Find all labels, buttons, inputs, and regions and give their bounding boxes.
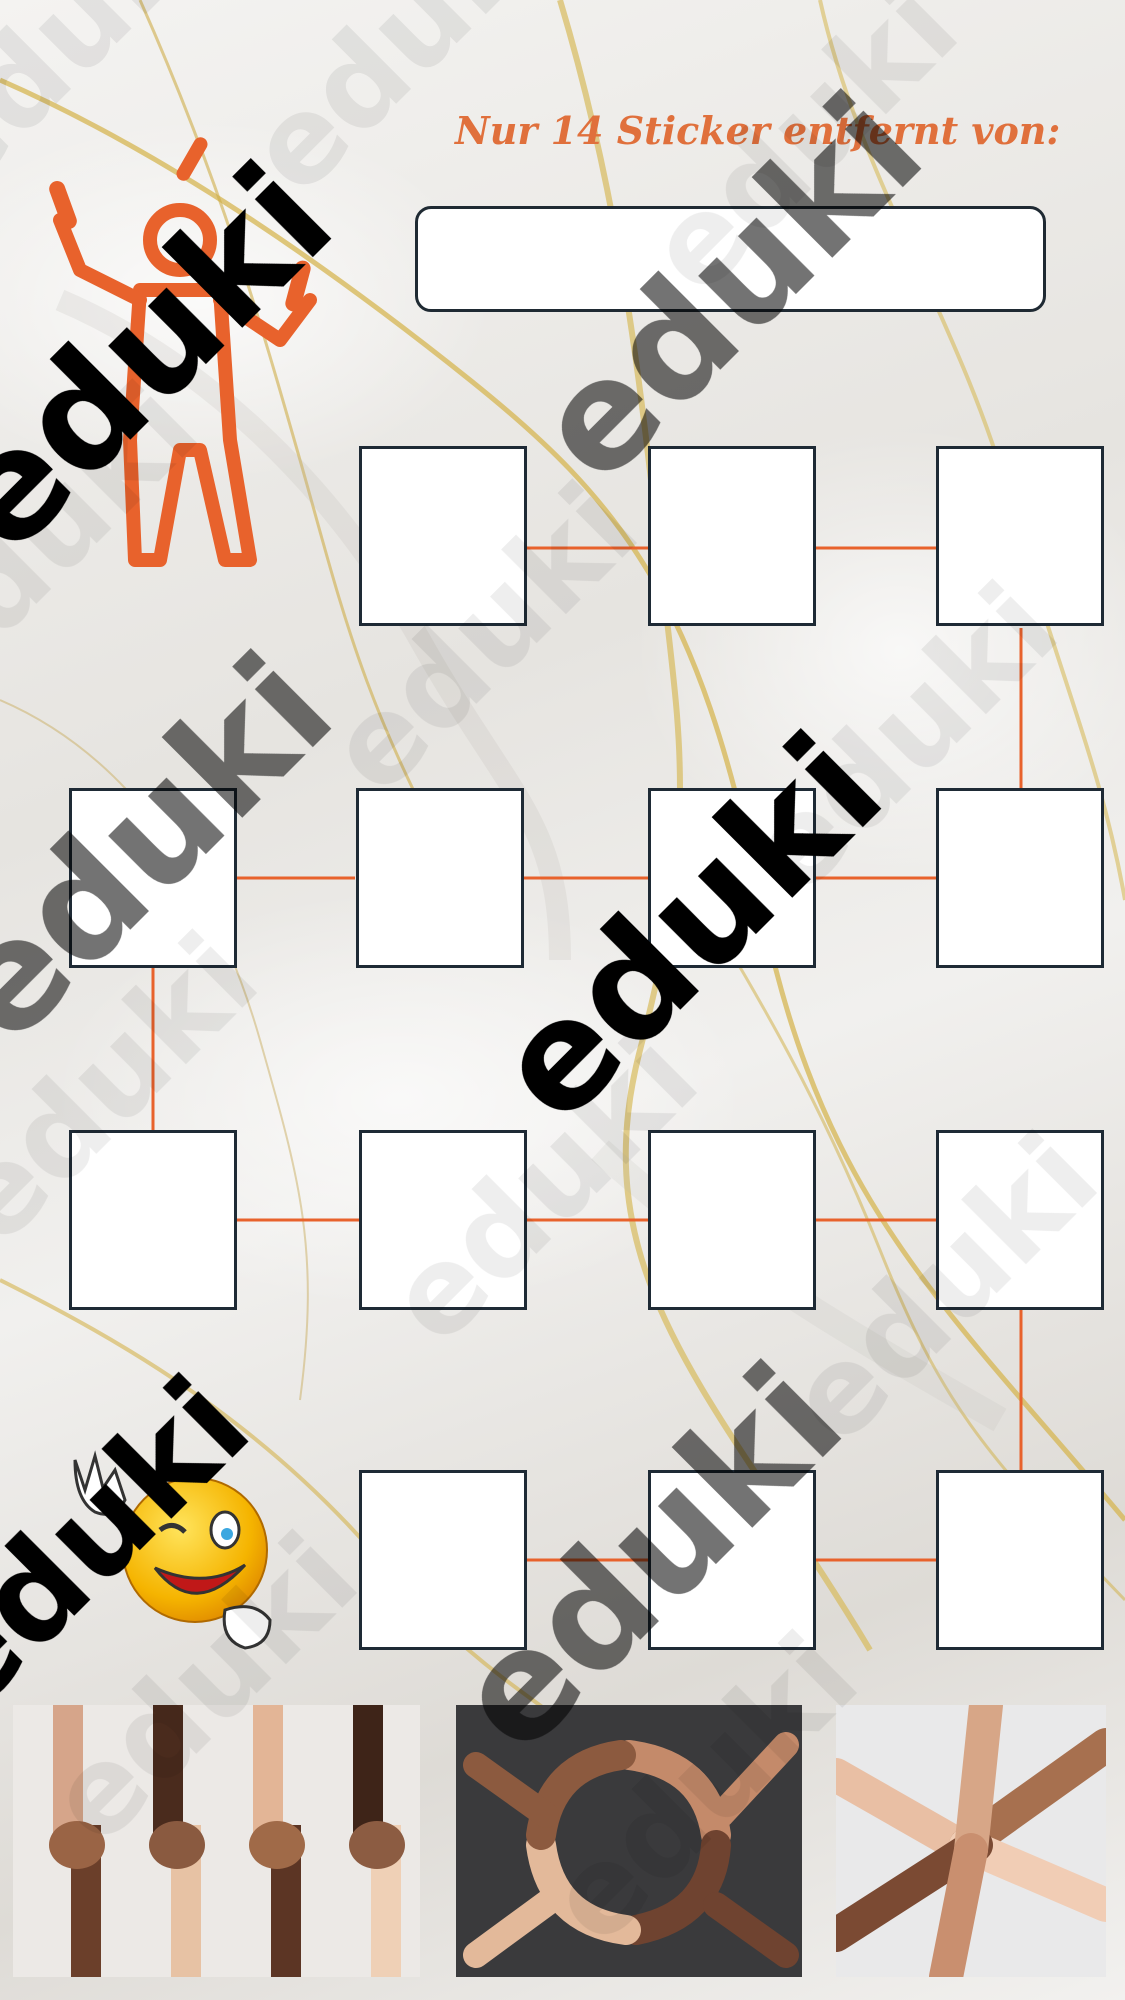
- path-connectors: [151, 546, 1023, 1562]
- sticker-slot-8[interactable]: [69, 1130, 237, 1310]
- handshakes-photo: [13, 1705, 420, 1977]
- sticker-slot-1[interactable]: [359, 446, 527, 626]
- sticker-slot-12[interactable]: [359, 1470, 527, 1650]
- sticker-slot-9[interactable]: [359, 1130, 527, 1310]
- sticker-slot-6[interactable]: [648, 788, 816, 968]
- sticker-slot-2[interactable]: [648, 446, 816, 626]
- sticker-slot-3[interactable]: [936, 446, 1104, 626]
- sticker-slot-13[interactable]: [648, 1470, 816, 1650]
- sticker-slot-4[interactable]: [69, 788, 237, 968]
- hands-circle-photo: [456, 1705, 802, 1977]
- sticker-slot-11[interactable]: [936, 1130, 1104, 1310]
- hands-star-photo: [836, 1705, 1106, 1977]
- sticker-slot-10[interactable]: [648, 1130, 816, 1310]
- winking-smiley-icon: [73, 1450, 272, 1650]
- sticker-slot-14[interactable]: [936, 1470, 1104, 1650]
- sticker-slot-5[interactable]: [356, 788, 524, 968]
- sticker-slot-7[interactable]: [936, 788, 1104, 968]
